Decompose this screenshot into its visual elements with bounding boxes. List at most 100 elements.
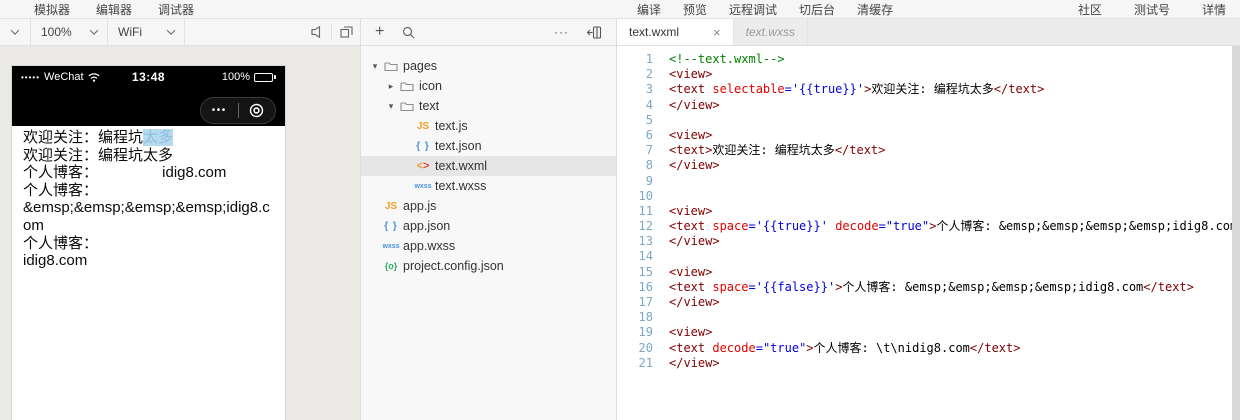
phone-header: ••••• WeChat 13:48 100% ••• xyxy=(12,66,285,126)
code-line[interactable]: 7 <text>欢迎关注: 编程坑太多</text> xyxy=(617,143,1232,158)
phone-text: idig8.com xyxy=(23,252,88,270)
close-icon[interactable]: × xyxy=(713,26,721,39)
code-token: space xyxy=(712,219,749,234)
menu-item-清缓存[interactable]: 清缓存 xyxy=(857,1,893,18)
tree-item-label: text.json xyxy=(435,139,482,153)
capsule-more-button[interactable]: ••• xyxy=(201,105,238,116)
editor-tabstrip: text.wxml × text.wxss xyxy=(617,19,1240,45)
add-file-button[interactable]: + xyxy=(375,24,384,40)
code-line-content: <text decode="true">个人博客: \t\nidig8.com<… xyxy=(653,341,1020,356)
collapse-sidebar-icon xyxy=(587,25,602,39)
menu-item-调试器[interactable]: 调试器 xyxy=(158,1,194,18)
code-line[interactable]: 13 </view> xyxy=(617,234,1232,249)
code-line[interactable]: 3 <text selectable='{{true}}'>欢迎关注: 编程坑太多… xyxy=(617,82,1232,97)
code-token: <text> xyxy=(669,143,713,158)
menubar: 模拟器 编辑器 调试器 编译 预览 远程调试 切后台 清缓存 社区 测试号 详情 xyxy=(0,0,1240,19)
code-token: ="true" xyxy=(755,340,807,355)
device-selector-dropdown[interactable] xyxy=(0,19,30,45)
tree-item-icon[interactable]: ▸ icon xyxy=(361,76,616,96)
wifi-icon xyxy=(88,72,99,82)
tab-text.wxml[interactable]: text.wxml × xyxy=(617,19,734,45)
code-editor[interactable]: 1 <!--text.wxml--> 2 <view> 3 <text selectabl… xyxy=(617,46,1240,420)
code-line[interactable]: 8 </view> xyxy=(617,158,1232,173)
zoom-dropdown[interactable]: 100% xyxy=(31,19,107,45)
code-line-content xyxy=(653,113,669,128)
menu-item-切后台[interactable]: 切后台 xyxy=(799,1,835,18)
menu-item-预览[interactable]: 预览 xyxy=(683,1,707,18)
code-line[interactable]: 10 xyxy=(617,189,1232,204)
ellipsis-icon: ··· xyxy=(554,25,569,39)
code-line[interactable]: 11 <view> xyxy=(617,204,1232,219)
sound-toggle-button[interactable] xyxy=(303,19,331,45)
menu-item-详情[interactable]: 详情 xyxy=(1202,1,1226,18)
code-line[interactable]: 12 <text space='{{true}}' decode="true">个… xyxy=(617,219,1240,234)
code-token: <text xyxy=(669,279,713,294)
more-options-button[interactable]: ··· xyxy=(554,25,569,39)
tree-item-text.wxss[interactable]: wxss text.wxss xyxy=(361,176,616,196)
tree-item-text.js[interactable]: JS text.js xyxy=(361,116,616,136)
json-file-icon: { } xyxy=(384,220,398,232)
code-line[interactable]: 21 </view> xyxy=(617,356,1232,371)
phone-text-line: 欢迎关注：编程坑太多 xyxy=(23,129,274,147)
tree-item-label: project.config.json xyxy=(403,259,504,273)
code-line[interactable]: 1 <!--text.wxml--> xyxy=(617,52,1232,67)
line-number: 2 xyxy=(645,67,653,82)
tree-item-app.js[interactable]: JS app.js xyxy=(361,196,616,216)
code-line-content: </view> xyxy=(653,295,720,310)
menubar-group-right: 社区 测试号 详情 xyxy=(1078,0,1226,18)
tree-item-project.config.json[interactable]: {o} project.config.json xyxy=(361,256,616,276)
code-line[interactable]: 19 <view> xyxy=(617,325,1232,340)
code-line-content xyxy=(653,310,669,325)
tab-text.wxss[interactable]: text.wxss xyxy=(734,19,808,45)
code-line[interactable]: 9 xyxy=(617,174,1232,189)
tree-item-app.json[interactable]: { } app.json xyxy=(361,216,616,236)
code-token: ='{{true}}' xyxy=(748,219,828,234)
tree-item-app.wxss[interactable]: wxss app.wxss xyxy=(361,236,616,256)
code-line[interactable]: 18 xyxy=(617,310,1232,325)
code-token: </text> xyxy=(993,82,1045,97)
editor-scrollbar[interactable] xyxy=(1232,46,1240,420)
code-line[interactable]: 15 <view> xyxy=(617,265,1232,280)
phone-text: &emsp;&emsp;&emsp;&emsp;idig8.com xyxy=(23,199,270,234)
tree-item-text[interactable]: ▾ text xyxy=(361,96,616,116)
tree-item-text.wxml[interactable]: <> text.wxml xyxy=(361,156,616,176)
tree-item-label: app.json xyxy=(403,219,451,233)
js-file-icon: JS xyxy=(416,120,430,132)
network-dropdown[interactable]: WiFi xyxy=(108,19,184,45)
code-line[interactable]: 2 <view> xyxy=(617,67,1232,82)
menu-item-远程调试[interactable]: 远程调试 xyxy=(729,1,777,18)
code-token: selectable xyxy=(712,82,785,97)
code-token: <view> xyxy=(669,325,713,340)
code-line[interactable]: 5 xyxy=(617,113,1232,128)
tree-item-text.json[interactable]: { } text.json xyxy=(361,136,616,156)
capsule-home-button[interactable] xyxy=(239,103,276,118)
clock-label: 13:48 xyxy=(131,70,166,84)
code-line[interactable]: 4 </view> xyxy=(617,98,1232,113)
carrier-label: WeChat xyxy=(44,71,84,83)
collapse-panel-button[interactable] xyxy=(587,25,602,39)
home-target-icon xyxy=(250,103,264,118)
float-window-button[interactable] xyxy=(332,19,360,45)
code-line[interactable]: 20 <text decode="true">个人博客: \t\nidig8.co… xyxy=(617,341,1232,356)
tree-item-pages[interactable]: ▾ pages xyxy=(361,56,616,76)
line-number: 17 xyxy=(638,295,653,309)
line-number: 13 xyxy=(638,234,653,249)
phone-text-line: idig8.com xyxy=(23,252,274,270)
search-button[interactable] xyxy=(402,26,415,39)
code-line[interactable]: 14 xyxy=(617,249,1232,264)
menu-item-测试号[interactable]: 测试号 xyxy=(1134,1,1170,18)
tab-label: text.wxml xyxy=(629,25,680,39)
menu-item-社区[interactable]: 社区 xyxy=(1078,1,1102,18)
menubar-group-left: 模拟器 编辑器 调试器 xyxy=(34,0,194,18)
line-number: 10 xyxy=(638,188,653,203)
tree-item-label: app.js xyxy=(403,199,437,213)
code-line[interactable]: 6 <view> xyxy=(617,128,1232,143)
code-line[interactable]: 16 <text space='{{false}}'>个人博客: &emsp;&e… xyxy=(617,280,1232,295)
menu-item-模拟器[interactable]: 模拟器 xyxy=(34,1,70,18)
code-line[interactable]: 17 </view> xyxy=(617,295,1232,310)
line-number: 1 xyxy=(645,52,653,66)
chevron-down-icon xyxy=(89,26,99,35)
menu-item-编辑器[interactable]: 编辑器 xyxy=(96,1,132,18)
js-file-icon: JS xyxy=(384,200,398,212)
menu-item-编译[interactable]: 编译 xyxy=(637,1,661,18)
